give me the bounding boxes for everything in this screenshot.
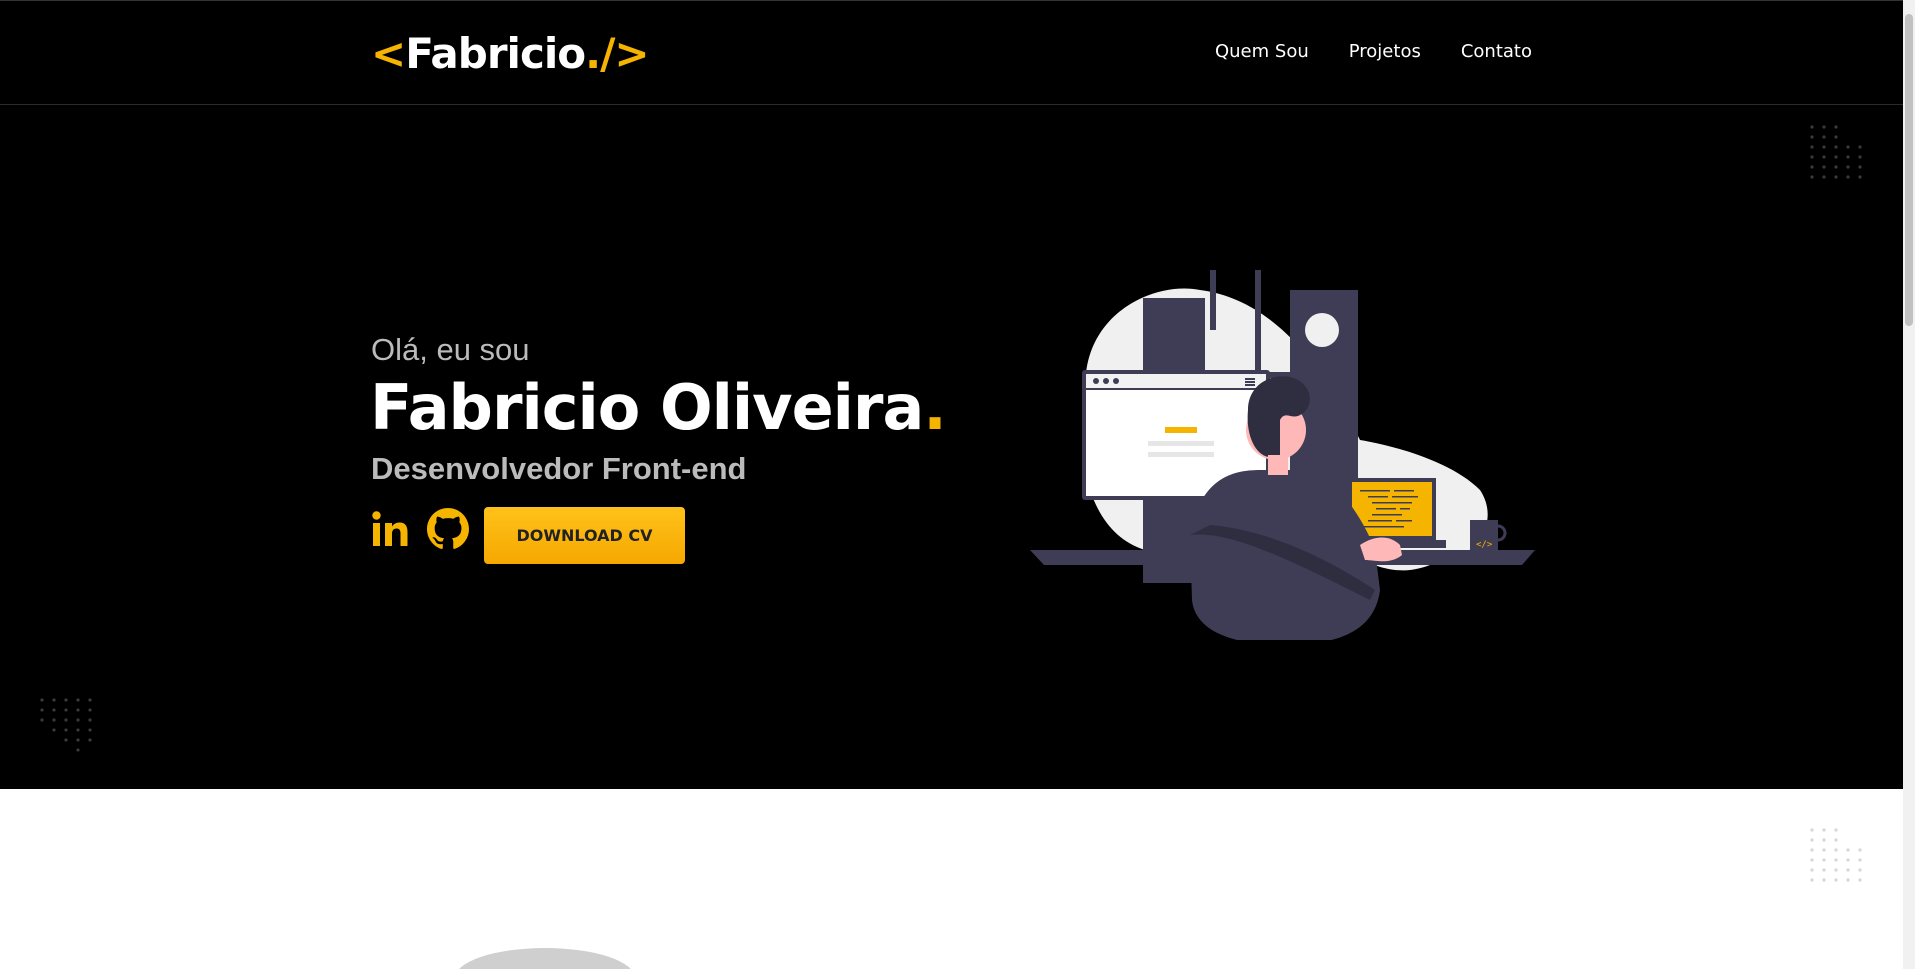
developer-illustration: </> xyxy=(1030,270,1535,640)
hero-greeting: Olá, eu sou xyxy=(371,332,530,367)
logo-text: Fabricio xyxy=(405,29,586,78)
dots-pattern-bottom xyxy=(40,698,92,752)
hero-role: Desenvolvedor Front-end xyxy=(371,451,747,486)
dots-pattern-about xyxy=(1810,828,1862,882)
github-link[interactable] xyxy=(427,508,469,555)
download-cv-button[interactable]: DOWNLOAD CV xyxy=(484,507,685,564)
linkedin-link[interactable] xyxy=(371,510,413,553)
hero-name-dot: . xyxy=(923,371,947,444)
main-nav: Quem Sou Projetos Contato xyxy=(1215,37,1532,67)
hero-name-text: Fabricio Oliveira xyxy=(370,371,924,444)
logo-open-bracket: < xyxy=(371,29,406,78)
nav-contato[interactable]: Contato xyxy=(1461,37,1532,67)
github-icon xyxy=(427,508,469,549)
social-links xyxy=(371,508,469,555)
dots-pattern-top xyxy=(1810,125,1862,179)
linkedin-icon xyxy=(372,511,408,546)
scrollbar-thumb[interactable] xyxy=(1905,14,1913,326)
svg-text:</>: </> xyxy=(1476,540,1493,550)
page: <Fabricio./> Quem Sou Projetos Contato O… xyxy=(0,0,1903,969)
nav-quem-sou[interactable]: Quem Sou xyxy=(1215,37,1309,67)
logo-close-bracket: ./> xyxy=(585,29,649,78)
logo[interactable]: <Fabricio./> xyxy=(371,29,650,79)
profile-photo xyxy=(455,948,635,969)
hero-section: Olá, eu sou Fabricio Oliveira. Desenvolv… xyxy=(0,105,1903,789)
nav-projetos[interactable]: Projetos xyxy=(1349,37,1421,67)
navbar: <Fabricio./> Quem Sou Projetos Contato xyxy=(0,0,1903,105)
hero-name: Fabricio Oliveira. xyxy=(370,368,947,448)
